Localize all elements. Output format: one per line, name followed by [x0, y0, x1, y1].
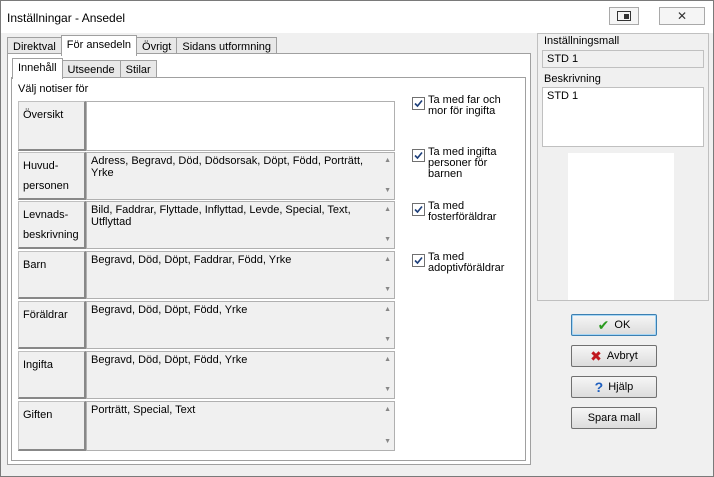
scroll-up-icon[interactable]: ▲ [384, 304, 391, 316]
scroll-up-icon[interactable]: ▲ [384, 254, 391, 266]
row-label-foraldrar: Föräldrar [18, 301, 86, 349]
scroll-down-icon[interactable]: ▼ [384, 284, 391, 296]
checkbox-ingifta-barnen[interactable]: Ta med ingifta personer för barnen [412, 147, 498, 180]
scroll-down-icon[interactable]: ▼ [384, 185, 391, 197]
title-bar: Inställningar - Ansedel ✕ [1, 1, 713, 33]
scroll-up-icon[interactable]: ▲ [384, 204, 391, 216]
description-field[interactable]: STD 1 [542, 87, 704, 147]
checkbox-label: Ta med ingifta personer för barnen [428, 146, 497, 180]
scroll-down-icon[interactable]: ▼ [384, 234, 391, 246]
checkbox-icon[interactable] [412, 254, 425, 267]
tab-for-ansedeln[interactable]: För ansedeln [60, 35, 138, 56]
help-button[interactable]: ? Hjälp [571, 376, 657, 398]
checkbox-label: Ta med far och mor för ingifta [428, 94, 501, 117]
close-button[interactable]: ✕ [659, 7, 705, 25]
description-label: Beskrivning [544, 73, 601, 85]
checkbox-icon[interactable] [412, 97, 425, 110]
field-oversikt[interactable] [86, 101, 395, 151]
close-icon: ✕ [676, 9, 688, 23]
restore-icon[interactable] [609, 7, 639, 25]
dialog-client: Direktval För ansedeln Övrigt Sidans utf… [5, 33, 709, 470]
question-icon: ? [594, 379, 604, 395]
field-ingifta[interactable]: Begravd, Död, Döpt, Född, Yrke ▲ ▼ [86, 351, 395, 399]
template-preview [568, 153, 674, 300]
save-template-button[interactable]: Spara mall [571, 407, 657, 429]
field-barn[interactable]: Begravd, Död, Döpt, Faddrar, Född, Yrke … [86, 251, 395, 299]
template-label: Inställningsmall [544, 35, 620, 47]
scroll-down-icon[interactable]: ▼ [384, 384, 391, 396]
row-label-ingifta: Ingifta [18, 351, 86, 399]
checkbox-icon[interactable] [412, 149, 425, 162]
outer-tab-panel: Innehåll Utseende Stilar Välj notiser fö… [7, 53, 531, 465]
checkbox-adoptivforaldrar[interactable]: Ta med adoptivföräldrar [412, 252, 508, 274]
inner-tab-panel: Välj notiser för Översikt Huvud- persone… [11, 77, 526, 461]
row-label-levnadsbeskrivning: Levnads- beskrivning [18, 201, 86, 249]
scroll-up-icon[interactable]: ▲ [384, 354, 391, 366]
field-foraldrar[interactable]: Begravd, Död, Döpt, Född, Yrke ▲ ▼ [86, 301, 395, 349]
scroll-down-icon[interactable]: ▼ [384, 334, 391, 346]
row-label-barn: Barn [18, 251, 86, 299]
ok-button[interactable]: ✔ OK [571, 314, 657, 336]
checkbox-label: Ta med adoptivföräldrar [428, 251, 505, 274]
scroll-up-icon[interactable]: ▲ [384, 404, 391, 416]
template-field[interactable]: STD 1 [542, 50, 704, 68]
scroll-up-icon[interactable]: ▲ [384, 155, 391, 167]
checkbox-icon[interactable] [412, 203, 425, 216]
row-label-giften: Giften [18, 401, 86, 451]
settings-window: Inställningar - Ansedel ✕ Direktval För … [0, 0, 714, 477]
checkbox-label: Ta med fosterföräldrar [428, 200, 497, 223]
scroll-down-icon[interactable]: ▼ [384, 436, 391, 448]
section-label: Välj notiser för [18, 83, 89, 95]
window-title: Inställningar - Ansedel [7, 11, 126, 25]
field-giften[interactable]: Porträtt, Special, Text ▲ ▼ [86, 401, 395, 451]
checkmark-icon: ✔ [597, 317, 610, 333]
tab-innehall[interactable]: Innehåll [12, 58, 63, 79]
template-pane: Inställningsmall STD 1 Beskrivning STD 1 [537, 33, 709, 301]
cross-icon: ✖ [590, 348, 602, 364]
cancel-button[interactable]: ✖ Avbryt [571, 345, 657, 367]
row-label-huvudpersonen: Huvud- personen [18, 152, 86, 200]
checkbox-fosterforaldrar[interactable]: Ta med fosterföräldrar [412, 201, 504, 223]
field-levnadsbeskrivning[interactable]: Bild, Faddrar, Flyttade, Inflyttad, Levd… [86, 201, 395, 249]
field-huvudpersonen[interactable]: Adress, Begravd, Död, Dödsorsak, Döpt, F… [86, 152, 395, 200]
row-label-oversikt: Översikt [18, 101, 86, 151]
checkbox-far-mor-ingifta[interactable]: Ta med far och mor för ingifta [412, 95, 508, 117]
